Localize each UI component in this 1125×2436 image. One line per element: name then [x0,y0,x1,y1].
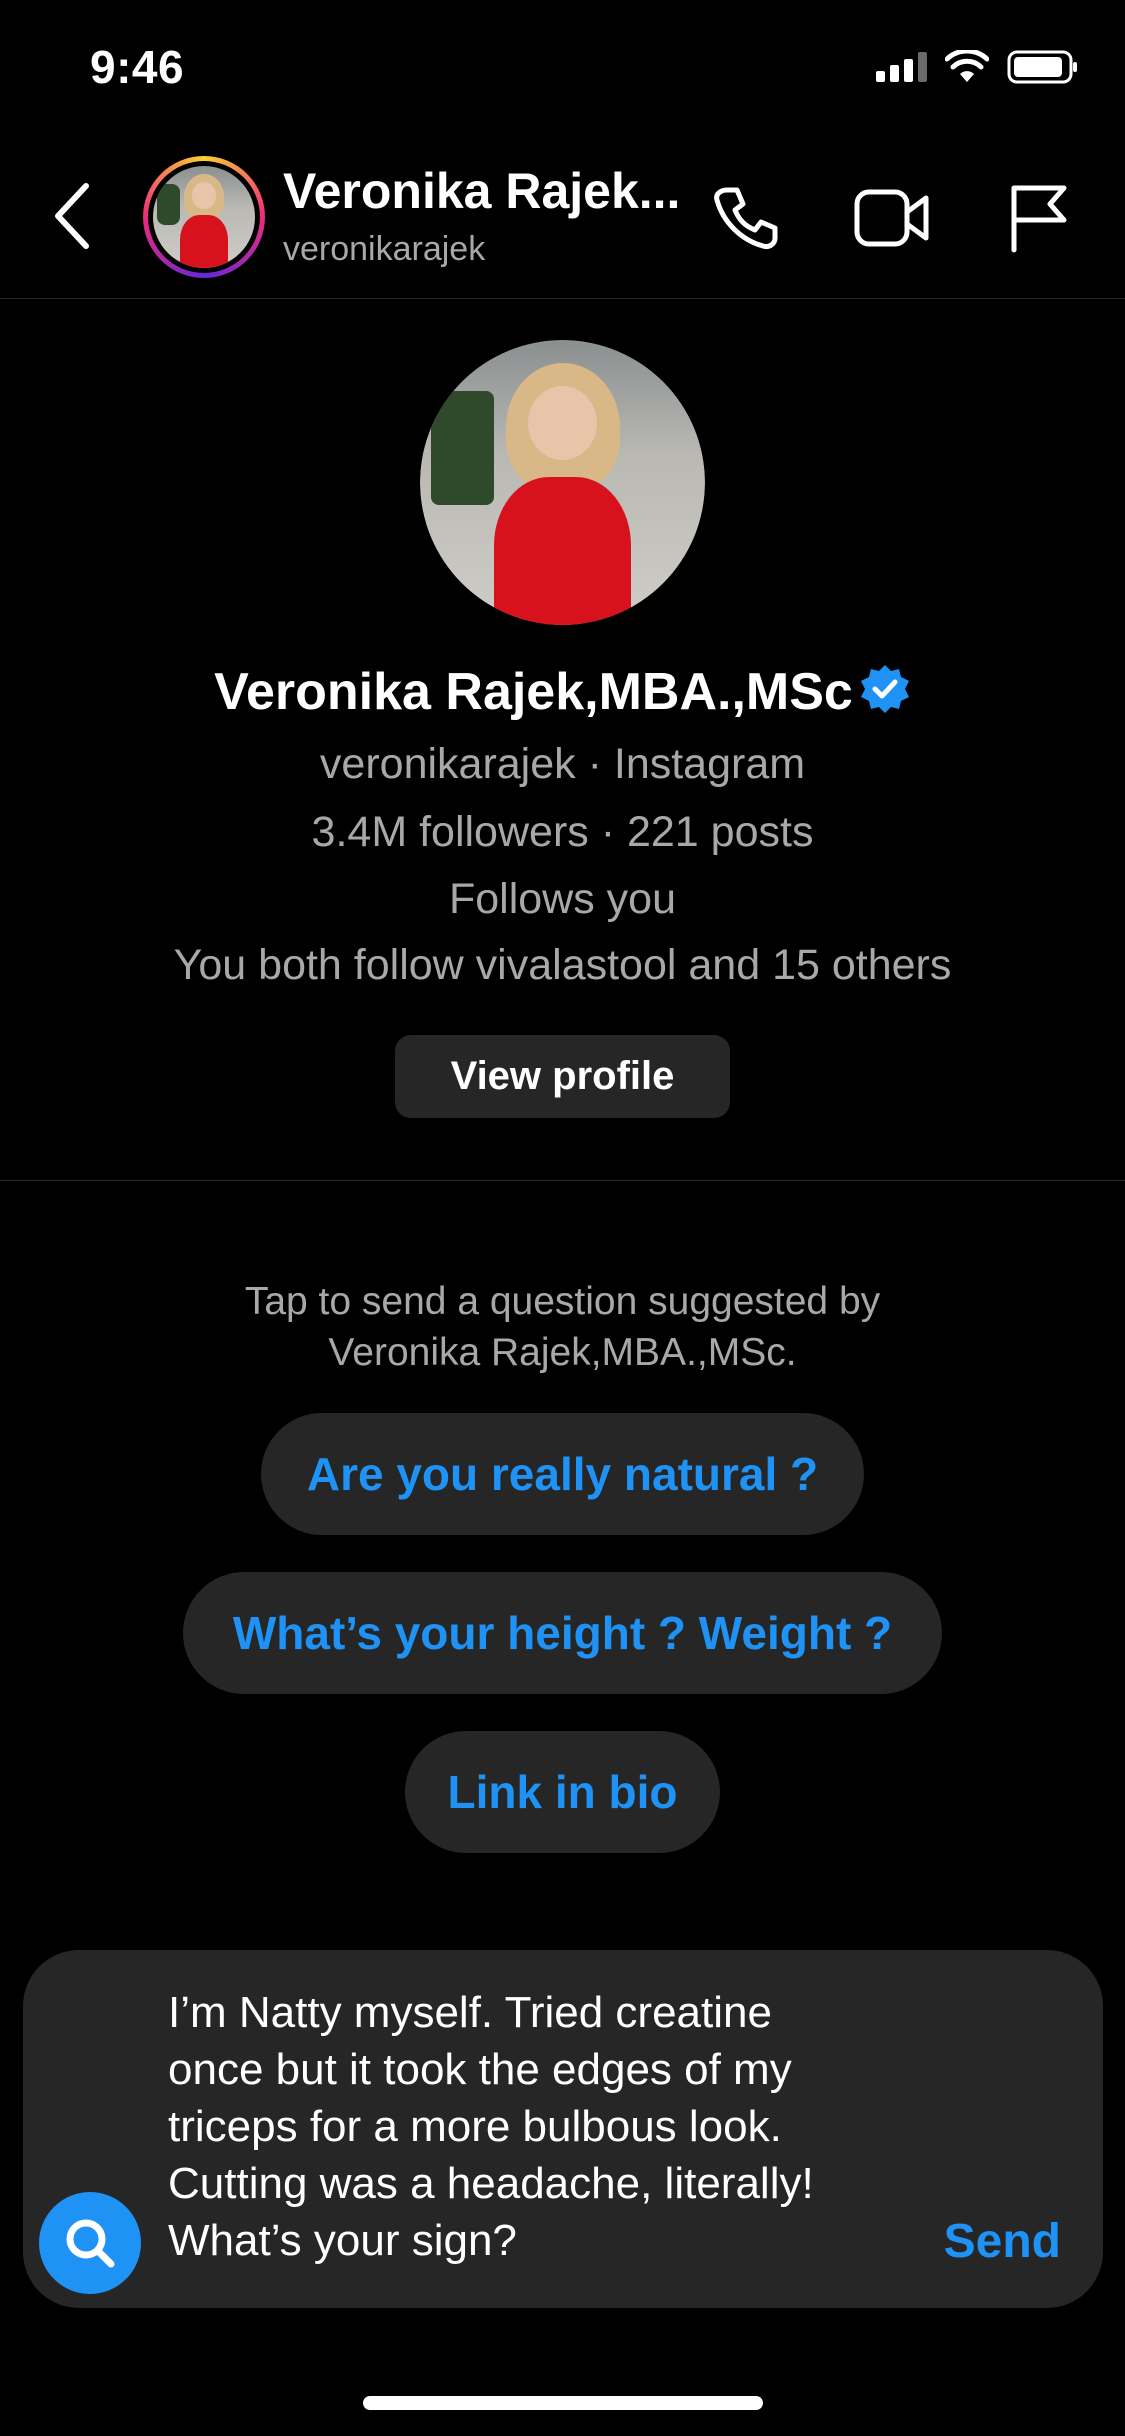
profile-photo [420,340,705,625]
header-handle[interactable]: veronikarajek [283,230,485,269]
message-composer[interactable]: I’m Natty myself. Tried creatine once bu… [23,1950,1103,2308]
battery-icon [1007,50,1077,84]
suggestion-chip-natural[interactable]: Are you really natural ? [261,1413,864,1535]
mutual-follows-line: You both follow vivalastool and 15 other… [173,941,952,989]
verified-badge-icon [860,665,909,713]
profile-avatar[interactable] [420,340,705,625]
send-button[interactable]: Send [944,2214,1061,2269]
search-button[interactable] [39,2192,141,2294]
view-profile-button[interactable]: View profile [395,1035,730,1118]
cellular-signal-icon [876,52,927,82]
status-time: 9:46 [90,41,185,93]
suggestion-chip-height-weight[interactable]: What’s your height ? Weight ? [183,1572,942,1694]
suggestion-chip-link-in-bio[interactable]: Link in bio [405,1731,720,1853]
chat-header: Veronika Rajek... veronikarajek [0,148,1125,298]
back-arrow-icon[interactable] [48,178,98,254]
wifi-icon [945,50,989,82]
flag-icon[interactable] [998,178,1078,258]
profile-name-text: Veronika Rajek,MBA.,MSc [214,663,853,721]
phone-icon[interactable] [705,178,785,258]
search-icon [66,2219,115,2268]
video-camera-icon[interactable] [852,178,932,258]
suggested-questions-hint: Tap to send a question suggested by Vero… [244,1280,881,1374]
direct-message-screen: 9:46 Veronika Rajek... veronikarajek Ver… [0,0,1125,2436]
avatar-photo [153,166,255,268]
header-avatar[interactable] [143,156,265,278]
header-divider [0,298,1125,299]
profile-stats-line: 3.4M followers · 221 posts [311,808,814,856]
status-icons [876,50,1079,84]
home-indicator[interactable] [363,2396,763,2410]
profile-name: Veronika Rajek,MBA.,MSc [0,662,1125,722]
header-name[interactable]: Veronika Rajek... [283,162,680,220]
follows-you-line: Follows you [448,875,677,923]
profile-handle-line: veronikarajek · Instagram [319,740,806,788]
profile-divider [0,1180,1125,1181]
message-input[interactable]: I’m Natty myself. Tried creatine once bu… [168,1984,928,2269]
